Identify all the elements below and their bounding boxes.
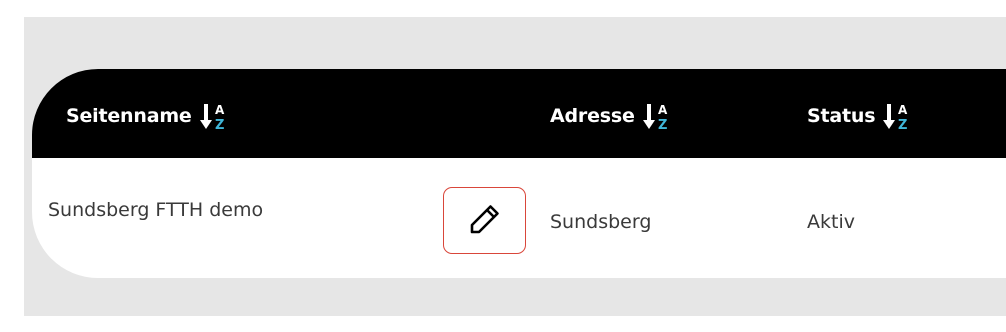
svg-text:Z: Z bbox=[898, 118, 907, 131]
pencil-icon bbox=[468, 202, 502, 240]
table-row[interactable]: Sundsberg FTTH demo Sundsberg Aktiv bbox=[32, 158, 1006, 278]
column-header-status[interactable]: Status A Z bbox=[807, 101, 913, 131]
column-header-label: Status bbox=[807, 105, 876, 127]
column-header-label: Adresse bbox=[550, 105, 635, 127]
column-header-seitenname[interactable]: Seitenname A Z bbox=[66, 101, 230, 131]
sites-table: Seitenname A Z Adresse A Z Status A Z Su… bbox=[32, 69, 1006, 278]
table-header: Seitenname A Z Adresse A Z Status A Z bbox=[32, 69, 1006, 158]
svg-text:Z: Z bbox=[215, 118, 224, 131]
site-address-cell: Sundsberg bbox=[550, 211, 652, 233]
svg-text:A: A bbox=[215, 103, 225, 117]
svg-text:A: A bbox=[898, 103, 908, 117]
column-header-label: Seitenname bbox=[66, 105, 192, 127]
sort-az-icon[interactable]: A Z bbox=[881, 101, 913, 131]
sort-az-icon[interactable]: A Z bbox=[198, 101, 230, 131]
site-name-cell: Sundsberg FTTH demo bbox=[48, 199, 264, 221]
svg-text:A: A bbox=[658, 103, 668, 117]
svg-text:Z: Z bbox=[658, 118, 667, 131]
site-status-cell: Aktiv bbox=[807, 211, 855, 233]
sort-az-icon[interactable]: A Z bbox=[641, 101, 673, 131]
edit-button[interactable] bbox=[443, 187, 526, 254]
column-header-adresse[interactable]: Adresse A Z bbox=[550, 101, 673, 131]
